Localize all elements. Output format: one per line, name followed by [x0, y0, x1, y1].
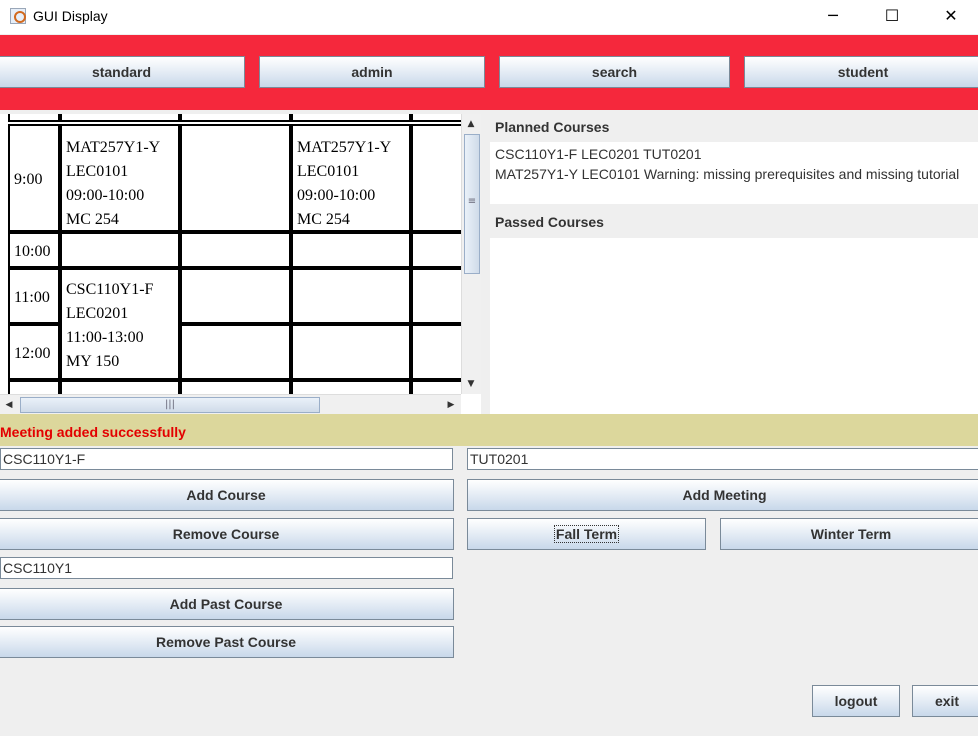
standard-button[interactable]: standard: [0, 56, 245, 88]
meeting-room: MY 150: [66, 353, 120, 370]
window-title: GUI Display: [33, 8, 108, 24]
fall-term-button[interactable]: Fall Term: [467, 518, 706, 550]
planned-course-line: MAT257Y1-Y LEC0101 Warning: missing prer…: [495, 166, 960, 182]
empty-cell: [60, 232, 180, 268]
empty-cell: [180, 124, 291, 232]
time-cell-11: 11:00: [8, 268, 60, 324]
horizontal-scroll-thumb[interactable]: |||: [20, 397, 320, 413]
past-course-field[interactable]: CSC110Y1: [0, 557, 453, 579]
schedule-scroll-pane: 9:00 MAT257Y1-Y LEC0101 09:00-10:00 MC 2…: [0, 114, 481, 414]
empty-cell: [411, 380, 461, 394]
scroll-down-icon[interactable]: ▼: [462, 376, 480, 392]
time-cell-10: 10:00: [8, 232, 60, 268]
student-button[interactable]: student: [744, 56, 978, 88]
add-past-course-button[interactable]: Add Past Course: [0, 588, 454, 620]
add-meeting-button[interactable]: Add Meeting: [467, 479, 978, 511]
grip-icon: ≡: [467, 196, 477, 207]
empty-cell: [180, 268, 291, 324]
remove-course-button[interactable]: Remove Course: [0, 518, 454, 550]
add-course-button[interactable]: Add Course: [0, 479, 454, 511]
meeting-room: MC 254: [66, 211, 119, 228]
vertical-scrollbar[interactable]: ▲ ≡ ▼: [461, 114, 481, 394]
header-cell: [8, 114, 60, 122]
meeting-code: MAT257Y1-Y: [297, 139, 392, 156]
courses-panel: Planned Courses CSC110Y1-F LEC0201 TUT02…: [490, 114, 978, 414]
meeting-time: 09:00-10:00: [66, 187, 145, 204]
scroll-up-icon[interactable]: ▲: [462, 116, 480, 132]
header-cell: [291, 114, 411, 122]
empty-cell: [411, 324, 461, 380]
course-code-field[interactable]: CSC110Y1-F: [0, 448, 453, 470]
search-button[interactable]: search: [499, 56, 730, 88]
meeting-code: MAT257Y1-Y: [66, 139, 161, 156]
empty-cell: [291, 232, 411, 268]
time-cell-12: 12:00: [8, 324, 60, 380]
meeting-time: 11:00-13:00: [66, 329, 144, 346]
planned-course-line: CSC110Y1-F LEC0201 TUT0201: [495, 146, 702, 162]
empty-cell: [60, 380, 180, 394]
fall-term-label: Fall Term: [553, 525, 620, 543]
planned-courses-label: Planned Courses: [495, 119, 610, 135]
header-cell: [411, 114, 461, 122]
meeting-section: LEC0101: [66, 163, 129, 180]
remove-past-course-button[interactable]: Remove Past Course: [0, 626, 454, 658]
empty-cell: [411, 232, 461, 268]
grip-icon: |||: [164, 399, 176, 410]
meeting-field[interactable]: TUT0201: [467, 448, 978, 470]
maximize-icon[interactable]: ☐: [869, 0, 915, 32]
passed-courses-label: Passed Courses: [495, 214, 604, 230]
java-app-icon: [10, 8, 26, 24]
title-bar: GUI Display ─ ☐ ✕: [0, 0, 978, 34]
logout-button[interactable]: logout: [812, 685, 900, 717]
empty-cell: [411, 124, 461, 232]
meeting-cell-mat257-a[interactable]: MAT257Y1-Y LEC0101 09:00-10:00 MC 254: [60, 124, 180, 232]
empty-cell: [291, 380, 411, 394]
meeting-code: CSC110Y1-F: [66, 281, 154, 298]
meeting-cell-mat257-b[interactable]: MAT257Y1-Y LEC0101 09:00-10:00 MC 254: [291, 124, 411, 232]
horizontal-scrollbar[interactable]: ◀ ||| ▶: [0, 394, 461, 414]
header-cell: [60, 114, 180, 122]
meeting-cell-csc110[interactable]: CSC110Y1-F LEC0201 11:00-13:00 MY 150: [60, 268, 180, 380]
empty-cell: [8, 380, 60, 394]
scroll-left-icon[interactable]: ◀: [0, 397, 18, 413]
planned-courses-list: CSC110Y1-F LEC0201 TUT0201 MAT257Y1-Y LE…: [490, 142, 978, 204]
vertical-scroll-thumb[interactable]: ≡: [464, 134, 480, 274]
empty-cell: [291, 324, 411, 380]
time-cell-9: 9:00: [8, 124, 60, 232]
minimize-icon[interactable]: ─: [810, 0, 856, 32]
meeting-room: MC 254: [297, 211, 350, 228]
meeting-section: LEC0201: [66, 305, 129, 322]
app-window: GUI Display ─ ☐ ✕ standard admin search …: [0, 0, 978, 736]
passed-courses-list: [490, 238, 978, 414]
admin-button[interactable]: admin: [259, 56, 485, 88]
empty-cell: [291, 268, 411, 324]
schedule-grid: 9:00 MAT257Y1-Y LEC0101 09:00-10:00 MC 2…: [0, 114, 461, 394]
header-cell: [180, 114, 291, 122]
status-message: Meeting added successfully: [0, 414, 978, 446]
empty-cell: [411, 268, 461, 324]
exit-button[interactable]: exit: [912, 685, 978, 717]
meeting-time: 09:00-10:00: [297, 187, 376, 204]
empty-cell: [180, 324, 291, 380]
close-icon[interactable]: ✕: [928, 0, 974, 32]
scroll-right-icon[interactable]: ▶: [442, 397, 460, 413]
empty-cell: [180, 380, 291, 394]
meeting-section: LEC0101: [297, 163, 360, 180]
winter-term-button[interactable]: Winter Term: [720, 518, 978, 550]
empty-cell: [180, 232, 291, 268]
